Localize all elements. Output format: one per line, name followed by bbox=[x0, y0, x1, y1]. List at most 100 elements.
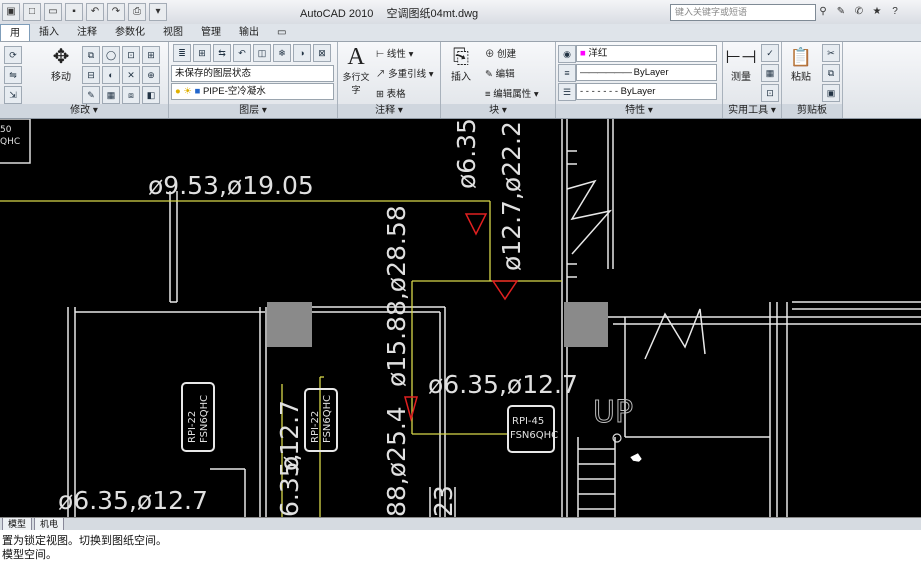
match-properties-icon[interactable]: ◉ bbox=[558, 45, 576, 63]
edit-attributes-button[interactable]: ≡ 编辑属性 ▾ bbox=[485, 86, 539, 100]
print-icon[interactable]: ⎙ bbox=[128, 3, 146, 21]
insert-block-button[interactable]: ⎘ 插入 bbox=[445, 46, 477, 83]
utilities-panel-label[interactable]: 实用工具 ▾ bbox=[723, 104, 781, 118]
id-point-icon[interactable]: ⊡ bbox=[761, 84, 779, 102]
undo-icon[interactable]: ↶ bbox=[86, 3, 104, 21]
unit-2-code: FSN6QHC bbox=[322, 395, 333, 443]
erase-icon[interactable]: ✕ bbox=[122, 66, 140, 84]
communication-icon[interactable]: ✆ bbox=[852, 4, 866, 19]
layer-match-icon[interactable]: ⇆ bbox=[213, 44, 231, 62]
layer-lock-icon[interactable]: ⊠ bbox=[313, 44, 331, 62]
cut-icon[interactable]: ✂ bbox=[822, 44, 840, 62]
drawing-canvas[interactable]: 50 QHC RPI-22 FSN6QHC RPI-22 FSN6QHC RPI… bbox=[0, 119, 921, 517]
layer-color-icon: ■ bbox=[194, 86, 201, 97]
new-icon[interactable]: □ bbox=[23, 3, 41, 21]
tab-view[interactable]: 视图 bbox=[154, 24, 192, 41]
tab-insert[interactable]: 插入 bbox=[30, 24, 68, 41]
tab-annotate[interactable]: 注释 bbox=[68, 24, 106, 41]
measure-label: 测量 bbox=[731, 72, 751, 83]
layer-state-dropdown[interactable]: 未保存的图层状态 bbox=[171, 65, 334, 82]
help-icon[interactable]: ? bbox=[888, 4, 902, 19]
color-swatch-icon: ■ bbox=[580, 48, 586, 59]
properties-panel-label[interactable]: 特性 ▾ bbox=[556, 104, 722, 118]
trim-icon[interactable]: ⊟ bbox=[82, 66, 100, 84]
lineweight-dropdown[interactable]: - - - - - - - ByLayer bbox=[576, 83, 717, 100]
measure-button[interactable]: ⊢⊣ 测量 bbox=[725, 46, 757, 83]
cursor-icon bbox=[629, 452, 643, 463]
open-icon[interactable]: ▭ bbox=[44, 3, 62, 21]
app-name: AutoCAD 2010 bbox=[300, 8, 374, 20]
command-window[interactable]: 置为锁定视图。切换到图纸空间。 模型空间。 bbox=[0, 530, 921, 576]
layer-state-icon[interactable]: ⊞ bbox=[193, 44, 211, 62]
tab-manage[interactable]: 管理 bbox=[192, 24, 230, 41]
circle-icon[interactable]: ◯ bbox=[102, 46, 120, 64]
mtext-button[interactable]: A 多行文字 bbox=[340, 44, 372, 96]
create-block-button[interactable]: ⊕ 创建 bbox=[485, 46, 516, 60]
break-icon[interactable]: ◧ bbox=[142, 86, 160, 104]
ribbon: ✥ 移动 ⟳ ⇋ ⇲ ⧉ ◯ ⊡ ⊞ ⊟ ◐ ✕ ⊕ ✎ ▦ ⧈ ◧ 修改 ▾ … bbox=[0, 42, 921, 119]
rotate-icon[interactable]: ⟳ bbox=[4, 46, 22, 64]
color-dropdown[interactable]: ■ 洋红 bbox=[576, 45, 717, 62]
copy-clip-icon[interactable]: ⧉ bbox=[822, 64, 840, 82]
linear-dim-button[interactable]: ⊢ 线性 ▾ bbox=[376, 46, 413, 60]
table-button[interactable]: ⊞ 表格 bbox=[376, 86, 406, 100]
mirror-icon[interactable]: ⇋ bbox=[4, 66, 22, 84]
column-right bbox=[564, 302, 608, 347]
indoor-unit-1: RPI-22 FSN6QHC bbox=[181, 382, 215, 452]
quick-select-icon[interactable]: ✓ bbox=[761, 44, 779, 62]
binoculars-icon[interactable]: ⚲ bbox=[816, 4, 830, 19]
stretch-icon[interactable]: ⇲ bbox=[4, 86, 22, 104]
sun-icon: ☀ bbox=[183, 86, 192, 97]
pipe-label-d9: ø6.35,ø12.7 bbox=[58, 486, 208, 515]
qat-dropdown-icon[interactable]: ▾ bbox=[149, 3, 167, 21]
annotation-panel: A 多行文字 ⊢ 线性 ▾ ↗ 多重引线 ▾ ⊞ 表格 注释 ▾ bbox=[338, 42, 441, 118]
layer-prev-icon[interactable]: ↶ bbox=[233, 44, 251, 62]
move-icon: ✥ bbox=[52, 46, 70, 68]
clipboard-panel-label[interactable]: 剪贴板 bbox=[782, 104, 842, 118]
block-panel-label[interactable]: 块 ▾ bbox=[441, 104, 555, 118]
lineweight-icon[interactable]: ☰ bbox=[558, 83, 576, 101]
current-layer-dropdown[interactable]: ● ☀ ■ PIPE-空冷凝水 bbox=[171, 83, 334, 100]
tab-parametric[interactable]: 参数化 bbox=[106, 24, 154, 41]
app-menu-icon[interactable]: ▣ bbox=[2, 3, 20, 21]
layer-isolate-icon[interactable]: ◫ bbox=[253, 44, 271, 62]
array-icon[interactable]: ⊞ bbox=[142, 46, 160, 64]
search-input[interactable]: 键入关键字或短语 bbox=[670, 4, 816, 21]
utilities-panel: ⊢⊣ 测量 ✓ ▦ ⊡ 实用工具 ▾ bbox=[723, 42, 782, 118]
scale-icon[interactable]: ⊡ bbox=[122, 46, 140, 64]
layers-panel-label[interactable]: 图层 ▾ bbox=[169, 104, 337, 118]
redo-icon[interactable]: ↷ bbox=[107, 3, 125, 21]
annotation-panel-label[interactable]: 注释 ▾ bbox=[338, 104, 440, 118]
favorites-icon[interactable]: ★ bbox=[870, 4, 884, 19]
column-left bbox=[267, 302, 312, 347]
tab-home[interactable]: 用 bbox=[0, 24, 30, 41]
hatch-icon[interactable]: ▦ bbox=[102, 86, 120, 104]
linetype-dropdown[interactable]: —————— ByLayer bbox=[576, 64, 717, 81]
paste-button[interactable]: 📋 粘贴 bbox=[786, 46, 816, 83]
layer-properties-icon[interactable]: ≣ bbox=[173, 44, 191, 62]
tab-output[interactable]: 输出 bbox=[230, 24, 268, 41]
cad-drawing: 50 QHC RPI-22 FSN6QHC RPI-22 FSN6QHC RPI… bbox=[0, 119, 921, 517]
layer-off-icon[interactable]: ◑ bbox=[293, 44, 311, 62]
block-panel: ⎘ 插入 ⊕ 创建 ✎ 编辑 ≡ 编辑属性 ▾ 块 ▾ bbox=[441, 42, 556, 118]
mleader-button[interactable]: ↗ 多重引线 ▾ bbox=[376, 66, 434, 80]
offset-icon[interactable]: ⧈ bbox=[122, 86, 140, 104]
move-button[interactable]: ✥ 移动 bbox=[44, 46, 78, 83]
calculator-icon[interactable]: ▦ bbox=[761, 64, 779, 82]
layer-freeze-icon[interactable]: ❄ bbox=[273, 44, 291, 62]
edit-block-button[interactable]: ✎ 编辑 bbox=[485, 66, 515, 80]
ribbon-minimize-icon[interactable]: ▭ bbox=[268, 24, 295, 41]
pencil-icon[interactable]: ✎ bbox=[82, 86, 100, 104]
linetype-icon[interactable]: ≡ bbox=[558, 64, 576, 82]
match-icon[interactable]: ▣ bbox=[822, 84, 840, 102]
explode-icon[interactable]: ⊕ bbox=[142, 66, 160, 84]
ribbon-tabs: 用 插入 注释 参数化 视图 管理 输出 ▭ bbox=[0, 24, 921, 42]
clipboard-panel: 📋 粘贴 ✂ ⧉ ▣ 剪贴板 bbox=[782, 42, 843, 118]
save-icon[interactable]: ▪ bbox=[65, 3, 83, 21]
layers-panel: ≣ ⊞ ⇆ ↶ ◫ ❄ ◑ ⊠ 未保存的图层状态 ● ☀ ■ PIPE-空冷凝水… bbox=[169, 42, 338, 118]
pipe-label-d6: 88,ø25.4 bbox=[382, 406, 411, 517]
modify-panel-label[interactable]: 修改 ▾ bbox=[0, 104, 168, 118]
wrench-icon[interactable]: ✎ bbox=[834, 4, 848, 19]
copy-icon[interactable]: ⧉ bbox=[82, 46, 100, 64]
fillet-icon[interactable]: ◐ bbox=[102, 66, 120, 84]
